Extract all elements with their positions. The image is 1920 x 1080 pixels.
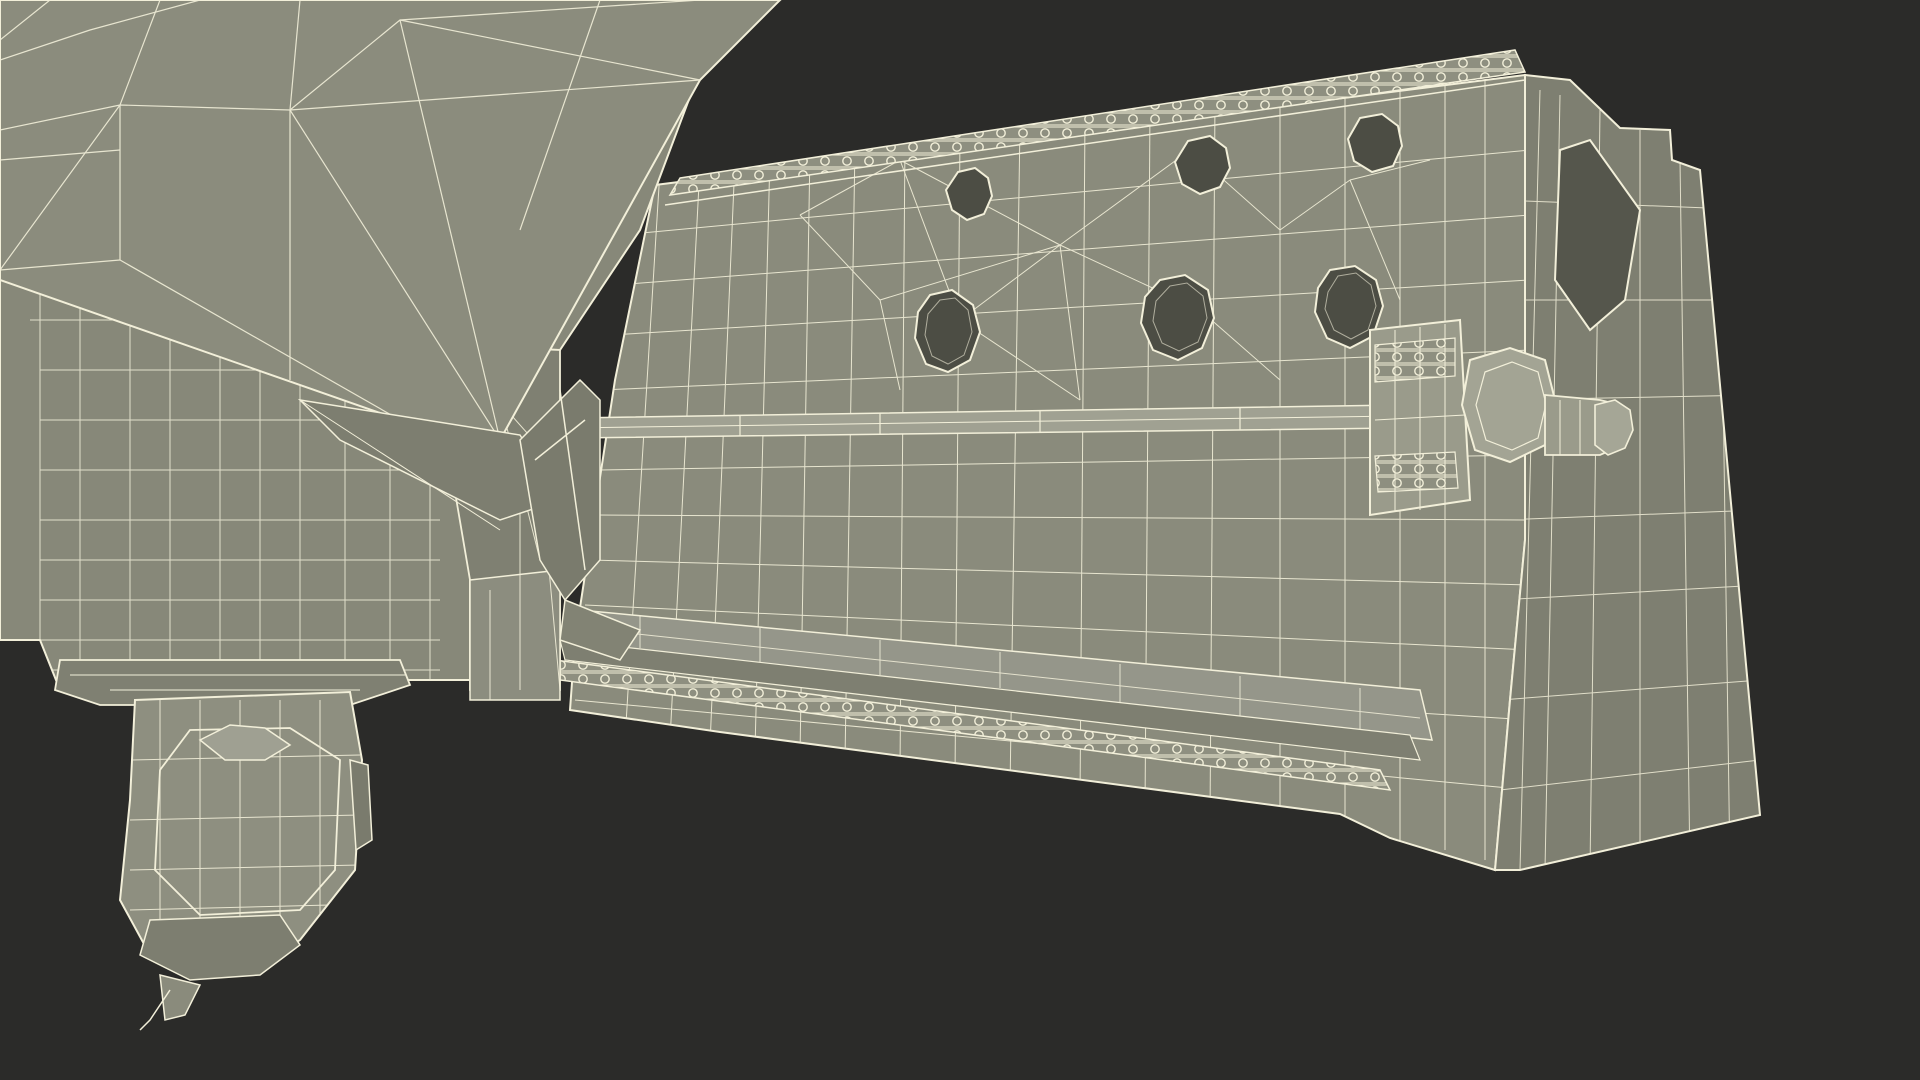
wireframe-render-viewport <box>0 0 1920 1080</box>
machine-side-plate <box>1493 73 1762 871</box>
nozzle-tip <box>159 974 202 1021</box>
panel-hole <box>1139 273 1216 362</box>
panel-hole <box>913 288 982 374</box>
wireframe-model <box>0 0 1762 1031</box>
extruder-nozzle <box>118 690 373 1031</box>
